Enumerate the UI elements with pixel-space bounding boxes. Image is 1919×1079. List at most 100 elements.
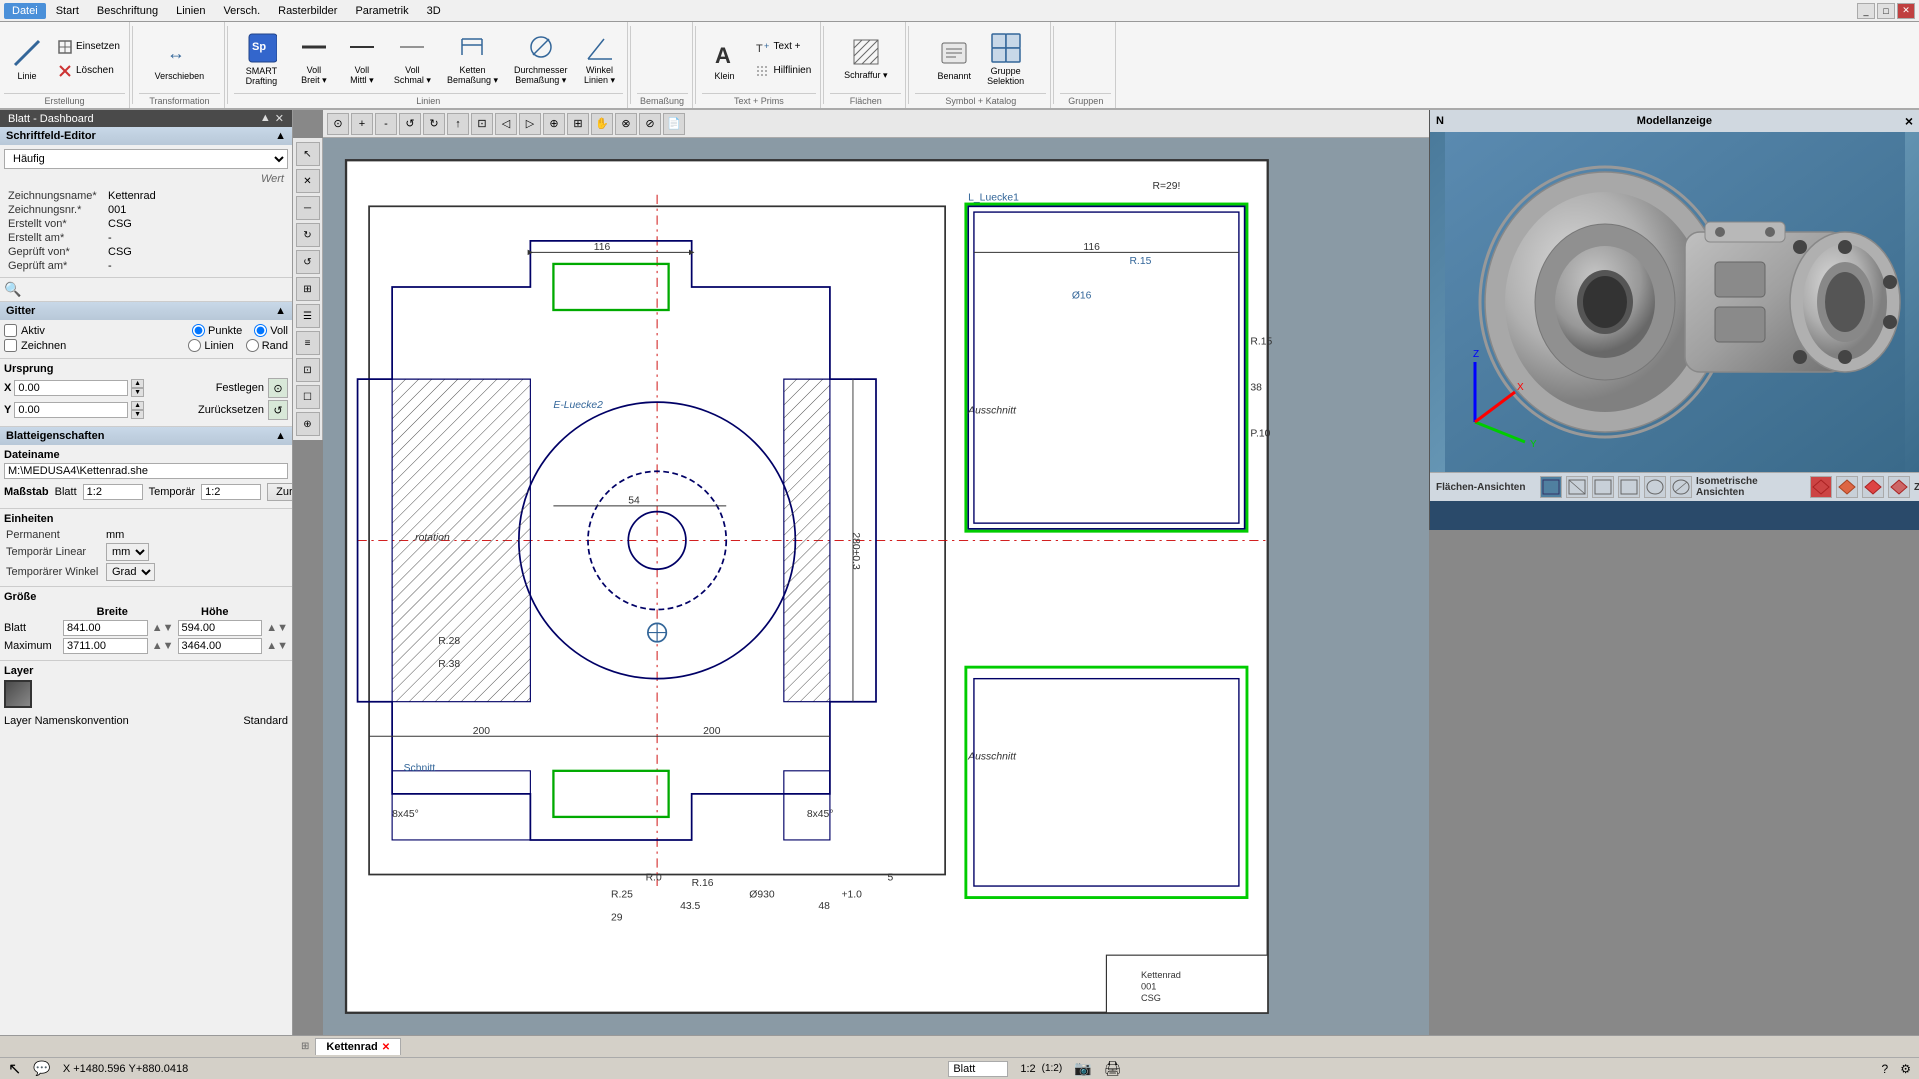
temp-winkel-select[interactable]: Grad Rad <box>106 563 155 581</box>
blatt-scale-input[interactable] <box>83 484 143 500</box>
tab-close-btn[interactable]: ✕ <box>382 1042 390 1053</box>
nav-fit-btn[interactable]: ⊡ <box>471 113 493 135</box>
view-back-btn[interactable] <box>1566 476 1588 498</box>
nav-zoom-window-btn[interactable]: ⊞ <box>567 113 589 135</box>
ribbon-btn-klein[interactable]: A Klein <box>702 32 748 86</box>
pointer-tool-icon[interactable]: ↖ <box>8 1059 21 1079</box>
view-btn-11[interactable]: ⊕ <box>296 412 320 436</box>
tab-kettenrad[interactable]: Kettenrad ✕ <box>315 1038 401 1055</box>
ribbon-btn-schraffur[interactable]: Schraffur ▾ <box>837 31 894 86</box>
view-front-btn[interactable] <box>1540 476 1562 498</box>
x-input[interactable] <box>14 380 128 396</box>
iso-btn-1[interactable] <box>1810 476 1832 498</box>
message-icon[interactable]: 💬 <box>33 1060 50 1077</box>
ribbon-btn-linie[interactable]: Linie <box>4 32 50 86</box>
layer-icon[interactable] <box>4 680 32 708</box>
blatteigenschaften-collapse[interactable]: ▲ <box>275 430 286 442</box>
festlegen-btn[interactable]: ⊙ <box>268 378 288 398</box>
ribbon-btn-voll-schmal[interactable]: VollSchmal ▾ <box>387 26 438 91</box>
zuruecksetzen-icon-btn[interactable]: ↺ <box>268 400 288 420</box>
temp-scale-input[interactable] <box>201 484 261 500</box>
iso-btn-3[interactable] <box>1862 476 1884 498</box>
ribbon-btn-durchmesser[interactable]: DurchmesserBemaßung ▾ <box>507 26 575 91</box>
y-down-arrow[interactable]: ▼ <box>131 410 144 419</box>
schriftfeld-dropdown[interactable]: Häufig Alle <box>4 149 288 169</box>
menu-datei[interactable]: Datei <box>4 3 46 19</box>
menu-3d[interactable]: 3D <box>419 3 449 19</box>
view-btn-3[interactable]: ─ <box>296 196 320 220</box>
nav-zoom-area-btn[interactable]: ⊗ <box>615 113 637 135</box>
menu-start[interactable]: Start <box>48 3 87 19</box>
x-down-arrow[interactable]: ▼ <box>131 388 144 397</box>
ribbon-btn-gruppe-sel[interactable]: GruppeSelektion <box>980 27 1031 91</box>
nav-zoom-sheet-btn[interactable]: 📄 <box>663 113 685 135</box>
nav-zoom-in-btn[interactable]: + <box>351 113 373 135</box>
nav-pan-btn[interactable]: ✋ <box>591 113 613 135</box>
minimize-btn[interactable]: _ <box>1857 3 1875 19</box>
ribbon-btn-smart-drafting[interactable]: Sp SMARTDrafting <box>234 27 289 91</box>
size-blatt-hoehe[interactable] <box>178 620 263 636</box>
ribbon-btn-loeschen[interactable]: Löschen <box>52 60 125 82</box>
menu-rasterbilder[interactable]: Rasterbilder <box>270 3 345 19</box>
view-btn-7[interactable]: ☰ <box>296 304 320 328</box>
help-icon[interactable]: ? <box>1882 1062 1889 1076</box>
nav-rotate-ccw-btn[interactable]: ↺ <box>399 113 421 135</box>
ribbon-btn-einsetzen[interactable]: Einsetzen <box>52 36 125 58</box>
maximize-btn[interactable]: □ <box>1877 3 1895 19</box>
size-blatt-breite[interactable] <box>63 620 148 636</box>
menu-beschriftung[interactable]: Beschriftung <box>89 3 166 19</box>
settings-icon[interactable]: ⚙ <box>1900 1062 1911 1076</box>
iso-btn-2[interactable] <box>1836 476 1858 498</box>
view-top-btn[interactable] <box>1644 476 1666 498</box>
menu-parametrik[interactable]: Parametrik <box>347 3 416 19</box>
view-bottom-btn[interactable] <box>1670 476 1692 498</box>
ribbon-btn-text-plus[interactable]: T+ Text + <box>750 36 817 58</box>
ribbon-btn-verschieben[interactable]: ↔ Verschieben <box>148 32 212 86</box>
nav-zoom-all-btn[interactable]: ⊘ <box>639 113 661 135</box>
ribbon-btn-hilflinien[interactable]: Hilflinien <box>750 60 817 82</box>
menu-versch[interactable]: Versch. <box>215 3 268 19</box>
iso-btn-4[interactable] <box>1888 476 1910 498</box>
view-btn-6[interactable]: ⊞ <box>296 277 320 301</box>
ribbon-btn-ketten-bemass[interactable]: KettenBemaßung ▾ <box>440 26 505 91</box>
nav-rotate-cw-btn[interactable]: ↻ <box>423 113 445 135</box>
ribbon-btn-winkel-linien[interactable]: WinkelLinien ▾ <box>577 26 623 91</box>
nav-prev-btn[interactable]: ◁ <box>495 113 517 135</box>
nav-zoom-out-btn[interactable]: - <box>375 113 397 135</box>
temp-linear-select[interactable]: mm cm m <box>106 543 149 561</box>
ribbon-btn-voll-breit[interactable]: VollBreit ▾ <box>291 26 337 91</box>
x-up-arrow[interactable]: ▲ <box>131 379 144 388</box>
blatt-close-icon[interactable]: ✕ <box>275 112 284 125</box>
ribbon-btn-voll-mitte[interactable]: VollMittl ▾ <box>339 26 385 91</box>
sheet-input[interactable] <box>948 1061 1008 1077</box>
search-icon[interactable]: 🔍 <box>4 281 21 298</box>
size-max-hoehe[interactable] <box>178 638 263 654</box>
model-close-btn[interactable]: × <box>1905 113 1913 129</box>
ribbon-btn-benannt[interactable]: Benannt <box>931 32 979 86</box>
checkbox-aktiv[interactable] <box>4 324 17 337</box>
dateiname-input[interactable] <box>4 463 288 479</box>
y-up-arrow[interactable]: ▲ <box>131 401 144 410</box>
x-spinner[interactable]: ▲ ▼ <box>131 379 144 397</box>
view-right-btn[interactable] <box>1618 476 1640 498</box>
nav-up-btn[interactable]: ↑ <box>447 113 469 135</box>
camera-icon[interactable]: 📷 <box>1074 1060 1091 1077</box>
blatt-expand-icon[interactable]: ▲ <box>260 112 271 125</box>
nav-next-btn[interactable]: ▷ <box>519 113 541 135</box>
view-btn-4[interactable]: ↻ <box>296 223 320 247</box>
y-input[interactable] <box>14 402 128 418</box>
view-btn-2[interactable]: ✕ <box>296 169 320 193</box>
view-btn-8[interactable]: ≡ <box>296 331 320 355</box>
gitter-collapse[interactable]: ▲ <box>275 305 286 317</box>
menu-linien[interactable]: Linien <box>168 3 213 19</box>
printer-icon[interactable]: 🖨 <box>1104 1060 1122 1077</box>
nav-pointer-btn[interactable]: ⊙ <box>327 113 349 135</box>
view-btn-10[interactable]: ☐ <box>296 385 320 409</box>
zuruecksetzen-btn[interactable]: Zurücksetzen <box>267 483 293 501</box>
view-btn-9[interactable]: ⊡ <box>296 358 320 382</box>
schriftfeld-collapse[interactable]: ▲ <box>275 130 286 142</box>
y-spinner[interactable]: ▲ ▼ <box>131 401 144 419</box>
close-btn[interactable]: ✕ <box>1897 3 1915 19</box>
view-left-btn[interactable] <box>1592 476 1614 498</box>
checkbox-zeichnen[interactable] <box>4 339 17 352</box>
